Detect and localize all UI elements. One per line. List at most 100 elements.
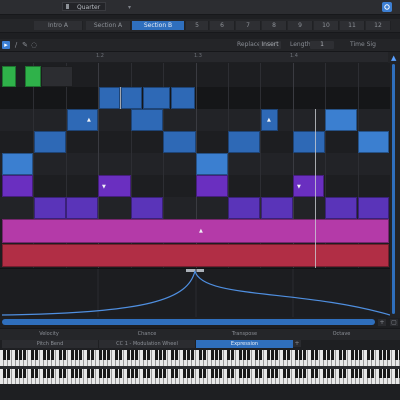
black-key[interactable] <box>58 350 62 360</box>
note-block[interactable] <box>163 131 196 153</box>
note-block[interactable] <box>41 66 73 87</box>
black-key[interactable] <box>118 350 122 360</box>
black-key[interactable] <box>246 350 250 360</box>
black-key[interactable] <box>226 350 230 360</box>
note-block[interactable]: ▲ <box>2 219 389 243</box>
black-key[interactable] <box>134 350 138 360</box>
draw-tool-icon[interactable]: / <box>12 41 20 49</box>
black-key[interactable] <box>6 350 10 360</box>
black-key[interactable] <box>218 350 222 360</box>
lane-pitch-bend[interactable]: Pitch Bend <box>2 340 98 348</box>
note-block[interactable] <box>293 131 325 153</box>
black-key[interactable] <box>338 350 342 360</box>
note-block[interactable] <box>131 109 163 131</box>
black-key[interactable] <box>78 369 82 378</box>
black-key[interactable] <box>86 350 90 360</box>
black-key[interactable] <box>182 369 186 378</box>
pencil-tool-icon[interactable]: ✎ <box>21 41 29 49</box>
black-key[interactable] <box>154 369 158 378</box>
black-key[interactable] <box>102 369 106 378</box>
black-key[interactable] <box>186 369 190 378</box>
section-tab[interactable]: 9 <box>288 21 313 30</box>
note-block[interactable] <box>358 131 389 153</box>
black-key[interactable] <box>386 350 390 360</box>
black-key[interactable] <box>74 350 78 360</box>
black-key[interactable] <box>378 369 382 378</box>
black-key[interactable] <box>14 350 18 360</box>
black-key[interactable] <box>90 369 94 378</box>
black-key[interactable] <box>42 350 46 360</box>
black-key[interactable] <box>354 350 358 360</box>
black-key[interactable] <box>370 369 374 378</box>
note-block[interactable] <box>171 87 195 109</box>
black-key[interactable] <box>126 369 130 378</box>
black-key[interactable] <box>142 369 146 378</box>
black-key[interactable] <box>330 350 334 360</box>
black-key[interactable] <box>354 369 358 378</box>
length-field[interactable]: 1 <box>310 41 334 49</box>
black-key[interactable] <box>386 369 390 378</box>
black-key[interactable] <box>186 350 190 360</box>
black-key[interactable] <box>6 369 10 378</box>
black-key[interactable] <box>162 369 166 378</box>
black-key[interactable] <box>314 369 318 378</box>
black-key[interactable] <box>170 369 174 378</box>
automation-editor[interactable] <box>0 268 390 317</box>
black-key[interactable] <box>230 350 234 360</box>
black-key[interactable] <box>18 350 22 360</box>
black-key[interactable] <box>310 369 314 378</box>
note-block[interactable] <box>196 153 228 175</box>
black-key[interactable] <box>210 369 214 378</box>
black-key[interactable] <box>78 350 82 360</box>
lane-octave[interactable]: Octave <box>293 330 390 338</box>
black-key[interactable] <box>106 350 110 360</box>
black-key[interactable] <box>218 369 222 378</box>
note-block[interactable] <box>2 66 16 87</box>
black-key[interactable] <box>214 369 218 378</box>
note-block[interactable] <box>228 131 260 153</box>
black-key[interactable] <box>106 369 110 378</box>
black-key[interactable] <box>326 350 330 360</box>
note-block[interactable] <box>66 197 98 219</box>
section-tab[interactable]: 5 <box>186 21 209 30</box>
note-block[interactable] <box>325 109 357 131</box>
black-key[interactable] <box>242 369 246 378</box>
black-key[interactable] <box>198 369 202 378</box>
note-grid[interactable]: ▲ ▲ ▼ ▼ ▲ <box>0 63 390 268</box>
black-key[interactable] <box>62 350 66 360</box>
section-tab[interactable]: 7 <box>236 21 261 30</box>
note-block[interactable] <box>325 197 357 219</box>
black-key[interactable] <box>126 350 130 360</box>
piano-keyboard[interactable] <box>0 350 400 366</box>
black-key[interactable] <box>214 350 218 360</box>
black-key[interactable] <box>202 350 206 360</box>
black-key[interactable] <box>22 369 26 378</box>
black-key[interactable] <box>70 369 74 378</box>
select-tool-icon[interactable]: ▸ <box>2 41 10 49</box>
black-key[interactable] <box>326 369 330 378</box>
black-key[interactable] <box>102 350 106 360</box>
black-key[interactable] <box>210 350 214 360</box>
note-block[interactable]: ▼ <box>293 175 324 197</box>
chevron-down-icon[interactable]: ▾ <box>128 4 131 11</box>
black-key[interactable] <box>294 369 298 378</box>
section-tab[interactable]: 8 <box>262 21 287 30</box>
black-key[interactable] <box>266 350 270 360</box>
black-key[interactable] <box>394 350 398 360</box>
black-key[interactable] <box>242 350 246 360</box>
black-key[interactable] <box>302 350 306 360</box>
section-tab[interactable]: Intro A <box>34 21 83 30</box>
scroll-up-icon[interactable]: ▲ <box>391 54 396 62</box>
black-key[interactable] <box>342 350 346 360</box>
black-key[interactable] <box>70 350 74 360</box>
note-block[interactable] <box>228 197 260 219</box>
black-key[interactable] <box>62 369 66 378</box>
black-key[interactable] <box>258 369 262 378</box>
black-key[interactable] <box>254 369 258 378</box>
black-key[interactable] <box>22 350 26 360</box>
fit-icon[interactable]: ▢ <box>390 319 398 326</box>
black-key[interactable] <box>330 369 334 378</box>
black-key[interactable] <box>286 350 290 360</box>
black-key[interactable] <box>114 369 118 378</box>
black-key[interactable] <box>146 350 150 360</box>
